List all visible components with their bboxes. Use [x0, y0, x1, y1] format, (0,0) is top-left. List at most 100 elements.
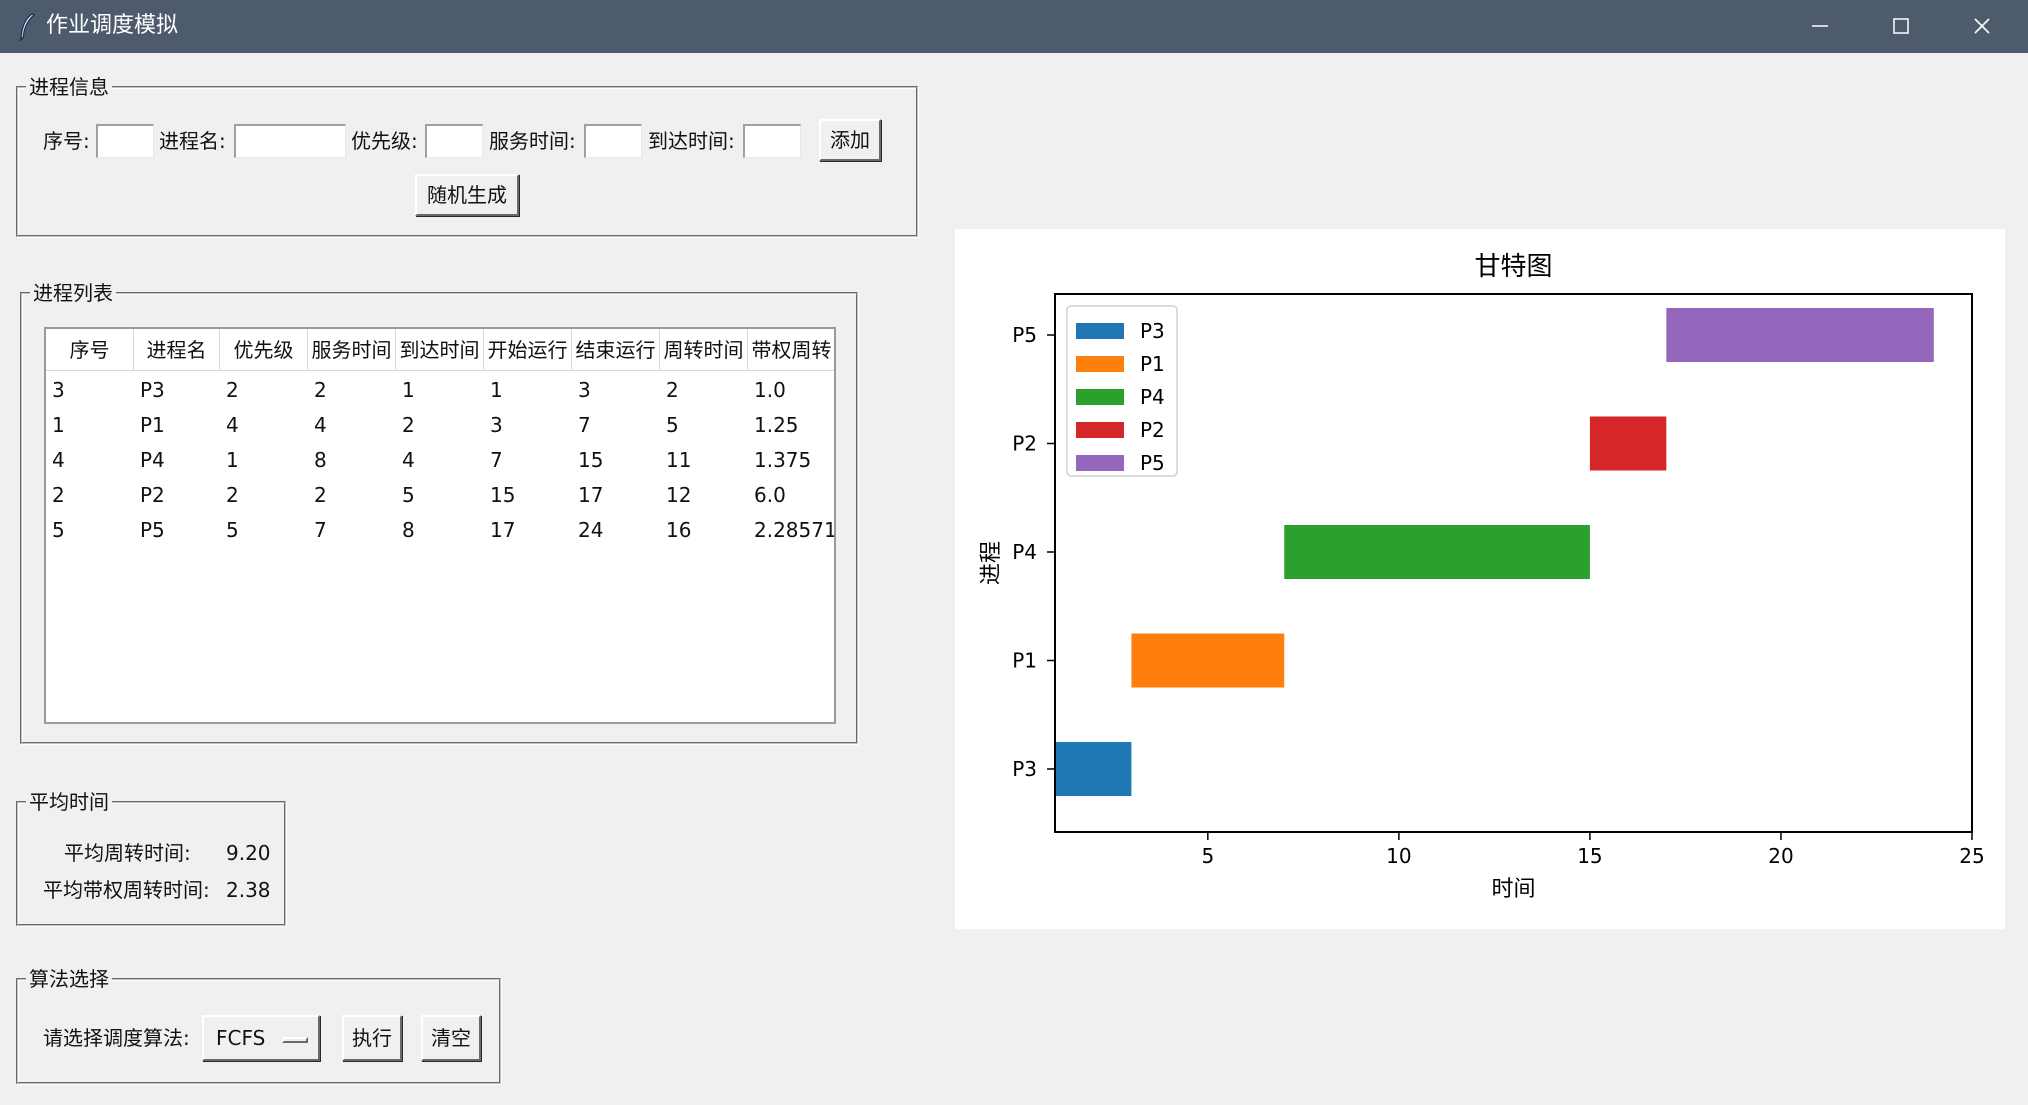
feather-icon [19, 13, 36, 42]
table-row[interactable]: 5 P5 5 7 8 17 24 16 2.2857142857142856 [46, 513, 834, 547]
table-cell: 1.25 [754, 413, 799, 437]
id-input[interactable] [96, 124, 154, 158]
table-cell: 2 [314, 378, 327, 402]
y-axis-label: 进程 [979, 541, 1004, 585]
table-cell: 7 [314, 518, 327, 542]
table-cell: 2 [226, 378, 239, 402]
table-row[interactable]: 1 P1 4 4 2 3 7 5 1.25 [46, 408, 834, 442]
gantt-bar [1055, 742, 1132, 796]
random-generate-button[interactable]: 随机生成 [415, 174, 519, 216]
table-cell: 4 [52, 448, 65, 472]
column-header[interactable]: 带权周转 [748, 329, 834, 371]
table-cell: 1 [52, 413, 65, 437]
legend-swatch [1076, 422, 1124, 438]
legend-swatch [1076, 323, 1124, 339]
id-label: 序号: [43, 129, 90, 153]
avg-weighted-turnaround-value: 2.38 [226, 878, 271, 902]
column-header[interactable]: 开始运行 [484, 329, 572, 371]
close-icon [1974, 18, 1990, 34]
y-tick-label: P2 [1012, 432, 1037, 456]
legend-label: P1 [1140, 352, 1165, 376]
gantt-bar [1666, 308, 1934, 362]
title-bar: 作业调度模拟 [0, 0, 2028, 53]
name-input[interactable] [234, 124, 346, 158]
table-cell: 1.0 [754, 378, 786, 402]
app-window: 作业调度模拟 进程信息 序号: 进程名: 优先级: 服务时间: 到达时间: 添加… [0, 0, 2028, 1105]
priority-input[interactable] [425, 124, 483, 158]
table-cell: 17 [578, 483, 604, 507]
column-header[interactable]: 服务时间 [308, 329, 396, 371]
table-row[interactable]: 2 P2 2 2 5 15 17 12 6.0 [46, 478, 834, 512]
close-button[interactable] [1942, 0, 2022, 53]
table-cell: 5 [402, 483, 415, 507]
legend-label: P4 [1140, 385, 1165, 409]
add-button[interactable]: 添加 [819, 119, 881, 161]
column-header[interactable]: 优先级 [220, 329, 308, 371]
algorithm-prompt-label: 请选择调度算法: [43, 1026, 190, 1050]
table-cell: 3 [578, 378, 591, 402]
table-row[interactable]: 4 P4 1 8 4 7 15 11 1.375 [46, 443, 834, 477]
minimize-button[interactable] [1780, 0, 1860, 53]
y-tick-label: P3 [1012, 757, 1037, 781]
column-header[interactable]: 到达时间 [396, 329, 484, 371]
algorithm-selected-value: FCFS [216, 1026, 266, 1050]
table-cell: 1 [226, 448, 239, 472]
gantt-bar [1284, 525, 1590, 579]
x-tick-label: 20 [1768, 844, 1793, 868]
x-tick-label: 25 [1959, 844, 1984, 868]
table-cell: 2 [666, 378, 679, 402]
legend-label: P5 [1140, 451, 1165, 475]
column-header[interactable]: 周转时间 [660, 329, 748, 371]
table-cell: 7 [490, 448, 503, 472]
priority-label: 优先级: [351, 129, 418, 153]
table-cell: 8 [402, 518, 415, 542]
table-cell: 2 [52, 483, 65, 507]
table-cell: 1 [402, 378, 415, 402]
table-cell: 4 [402, 448, 415, 472]
table-cell: 24 [578, 518, 604, 542]
gantt-chart: 5 10 15 20 25 P3 P1 P4 P2 P5 甘特图时间 进程 P3 P1 P4 P2 P5 [979, 252, 1985, 902]
legend-swatch [1076, 389, 1124, 405]
service-time-label: 服务时间: [489, 129, 576, 153]
chart-title: 甘特图 [1474, 252, 1552, 282]
process-table[interactable]: 序号 进程名 优先级 服务时间 到达时间 开始运行 结束运行 周转时间 带权周转 3 P3 2 2 1 1… [44, 327, 836, 724]
maximize-button[interactable] [1861, 0, 1941, 53]
legend-swatch [1076, 455, 1124, 471]
column-header[interactable]: 进程名 [134, 329, 220, 371]
table-cell: 12 [666, 483, 692, 507]
table-cell: 5 [226, 518, 239, 542]
table-cell: 3 [490, 413, 503, 437]
table-cell: 1.375 [754, 448, 812, 472]
column-header[interactable]: 序号 [46, 329, 134, 371]
table-cell: P1 [140, 413, 165, 437]
minimize-icon [1812, 25, 1828, 27]
table-cell: 4 [314, 413, 327, 437]
legend-label: P2 [1140, 418, 1165, 442]
table-cell: 15 [490, 483, 516, 507]
table-row[interactable]: 3 P3 2 2 1 1 3 2 1.0 [46, 373, 834, 407]
arrival-time-label: 到达时间: [648, 129, 735, 153]
table-cell: 2 [226, 483, 239, 507]
y-tick-label: P5 [1012, 323, 1037, 347]
algorithm-select[interactable]: FCFS [202, 1015, 320, 1061]
gantt-bar [1131, 633, 1285, 688]
group-title: 进程信息 [26, 74, 112, 100]
table-cell: 15 [578, 448, 604, 472]
table-cell: 3 [52, 378, 65, 402]
group-title: 算法选择 [26, 966, 112, 992]
avg-turnaround-value: 9.20 [226, 841, 271, 865]
table-cell: 5 [666, 413, 679, 437]
group-title: 平均时间 [26, 789, 112, 815]
gantt-bar [1589, 416, 1667, 471]
clear-button[interactable]: 清空 [421, 1015, 481, 1061]
legend-swatch [1076, 356, 1124, 372]
y-tick-label: P4 [1012, 540, 1037, 564]
column-header[interactable]: 结束运行 [572, 329, 660, 371]
run-button[interactable]: 执行 [342, 1015, 402, 1061]
service-time-input[interactable] [584, 124, 642, 158]
table-cell: 16 [666, 518, 692, 542]
arrival-time-input[interactable] [743, 124, 801, 158]
group-title: 进程列表 [30, 280, 116, 306]
x-tick-label: 5 [1201, 844, 1214, 868]
table-cell: 6.0 [754, 483, 786, 507]
